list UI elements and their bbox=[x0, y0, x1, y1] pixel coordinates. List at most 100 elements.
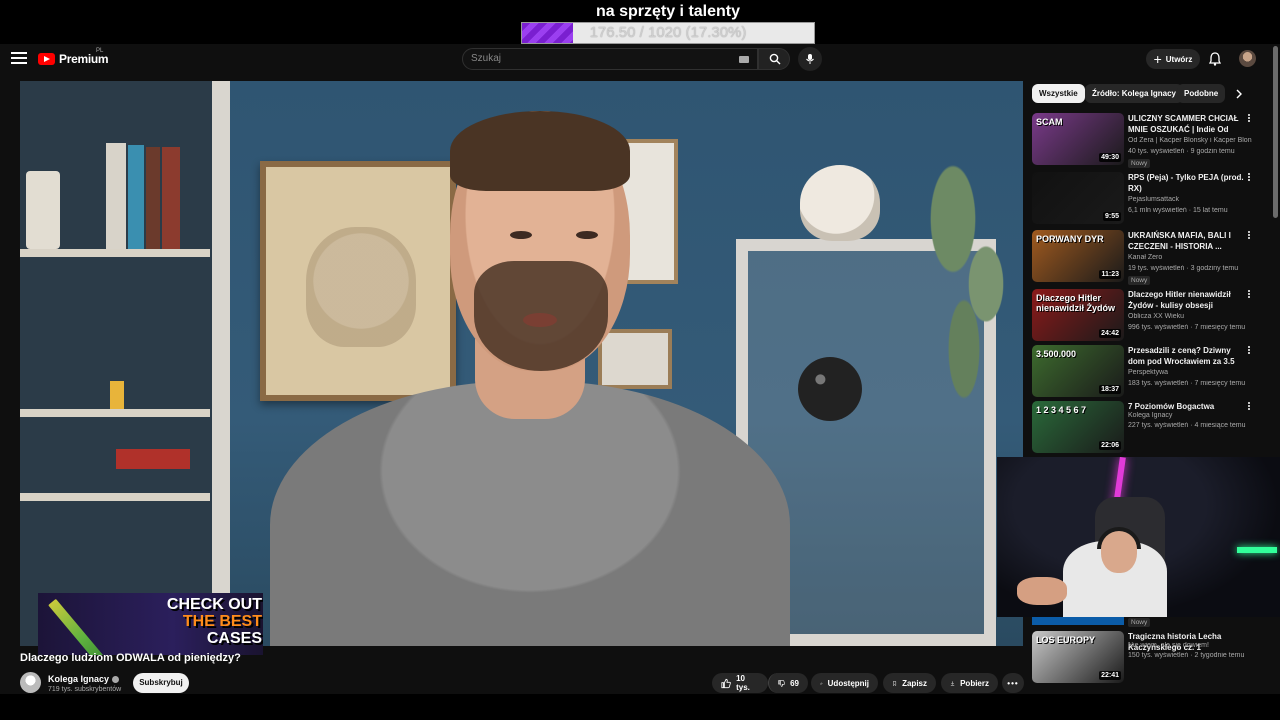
video-thumbnail[interactable]: LOS EUROPY 22:41 bbox=[1032, 631, 1124, 683]
more-horizontal-icon: ••• bbox=[1007, 678, 1019, 688]
save-button[interactable]: Zapisz bbox=[883, 673, 936, 693]
video-channel[interactable]: Nie wiem, ale się dowiem! bbox=[1128, 642, 1252, 649]
youtube-logo[interactable]: Premium bbox=[38, 52, 109, 66]
bottom-bar bbox=[0, 694, 1280, 720]
search-button[interactable] bbox=[758, 48, 790, 70]
goal-progress-bar: 176.50 / 1020 (17.30%) bbox=[521, 22, 815, 44]
more-vertical-icon[interactable] bbox=[1246, 172, 1252, 184]
vase bbox=[26, 171, 60, 249]
new-badge: Nowy bbox=[1128, 159, 1151, 168]
thumbnail-text: SCAM bbox=[1036, 117, 1063, 127]
ad-line: CHECK OUT bbox=[166, 596, 262, 613]
more-vertical-icon[interactable] bbox=[1246, 113, 1252, 125]
video-title: Dlaczego ludziom ODWALA od pieniędzy? bbox=[20, 652, 241, 664]
bookshelf bbox=[20, 81, 230, 646]
share-icon bbox=[820, 681, 823, 685]
like-button[interactable]: 10 tys. bbox=[712, 673, 768, 693]
chip-related[interactable]: Podobne bbox=[1177, 84, 1226, 103]
plus-icon: + bbox=[1153, 51, 1162, 67]
recommendation-item[interactable]: SCAM 49:30 ULICZNY SCAMMER CHCIAŁ MNIE OSZ… bbox=[1032, 113, 1262, 169]
search-input[interactable] bbox=[471, 53, 721, 64]
video-meta: 150 tys. wyświetleń · 2 tygodnie temu bbox=[1128, 652, 1245, 659]
recommendation-item[interactable]: Dlaczego Hitler nienawidził Żydów 24:42 Dl… bbox=[1032, 289, 1262, 345]
dislike-count: 69 bbox=[790, 678, 799, 688]
more-vertical-icon[interactable] bbox=[1246, 401, 1252, 413]
bookmark-icon bbox=[893, 680, 897, 686]
video-title[interactable]: Dlaczego Hitler nienawidził Żydów - kuli… bbox=[1128, 289, 1246, 311]
dislike-button[interactable]: 69 bbox=[768, 673, 808, 693]
menu-icon[interactable] bbox=[11, 52, 27, 66]
ad-line: THE BEST bbox=[182, 613, 262, 630]
more-actions-button[interactable]: ••• bbox=[1002, 673, 1024, 693]
video-duration: 49:30 bbox=[1099, 153, 1121, 162]
create-button[interactable]: + Utwórz bbox=[1146, 49, 1200, 69]
video-title[interactable]: Przesadzili z ceną? Dziwny dom pod Wrocł… bbox=[1128, 345, 1246, 367]
video-channel[interactable]: Perspektywa bbox=[1128, 369, 1252, 376]
video-thumbnail[interactable]: 3.500.000 18:37 bbox=[1032, 345, 1124, 397]
keyboard-icon[interactable] bbox=[739, 56, 749, 63]
video-title[interactable]: ULICZNY SCAMMER CHCIAŁ MNIE OSZUKAĆ | In… bbox=[1128, 113, 1246, 135]
video-thumbnail[interactable]: SCAM 49:30 bbox=[1032, 113, 1124, 165]
thumbnail-text: Dlaczego Hitler nienawidził Żydów bbox=[1036, 293, 1116, 313]
book bbox=[146, 147, 160, 249]
goal-title: na sprzęty i talenty bbox=[595, 3, 741, 20]
video-channel[interactable]: Kanał Zero bbox=[1128, 254, 1252, 261]
recommendation-item[interactable]: 1 2 3 4 5 6 7 22:06 7 Poziomów Bogactwa Kol… bbox=[1032, 401, 1262, 457]
video-meta: 6,1 mln wyświetleń · 15 lat temu bbox=[1128, 207, 1228, 214]
video-player[interactable] bbox=[20, 81, 1023, 646]
more-vertical-icon[interactable] bbox=[1246, 289, 1252, 301]
chip-source[interactable]: Źródło: Kolega Ignacy bbox=[1085, 84, 1184, 103]
neon-light bbox=[1237, 547, 1277, 553]
recommendation-item[interactable]: 3.500.000 18:37 Przesadzili z ceną? Dziwny… bbox=[1032, 345, 1262, 401]
video-title[interactable]: 7 Poziomów Bogactwa bbox=[1128, 401, 1246, 412]
more-vertical-icon[interactable] bbox=[1246, 345, 1252, 357]
voice-search-button[interactable] bbox=[798, 47, 822, 71]
logo-text: Premium bbox=[59, 52, 109, 66]
channel-name[interactable]: Kolega Ignacy bbox=[48, 674, 120, 684]
recommendation-item[interactable]: LOS EUROPY 22:41 Tragiczna historia Lecha … bbox=[1032, 631, 1262, 687]
recommendation-item[interactable]: PORWANY DYR 11:23 UKRAIŃSKA MAFIA, BALI I … bbox=[1032, 230, 1262, 286]
book bbox=[128, 145, 144, 249]
video-thumbnail[interactable]: 9:55 bbox=[1032, 172, 1124, 224]
share-button[interactable]: Udostępnij bbox=[811, 673, 878, 693]
video-channel[interactable]: Pejaslumsattack bbox=[1128, 196, 1252, 203]
video-thumbnail[interactable]: PORWANY DYR 11:23 bbox=[1032, 230, 1124, 282]
video-thumbnail[interactable]: Dlaczego Hitler nienawidził Żydów 24:42 bbox=[1032, 289, 1124, 341]
account-avatar[interactable] bbox=[1239, 50, 1256, 67]
recommendation-item[interactable]: 9:55 RPS (Peja) - Tylko PEJA (prod. RX) Pe… bbox=[1032, 172, 1262, 228]
save-label: Zapisz bbox=[902, 678, 927, 688]
presenter-eye bbox=[510, 231, 532, 239]
video-duration: 24:42 bbox=[1099, 329, 1121, 338]
hanging-plant bbox=[920, 141, 1023, 401]
video-channel[interactable]: Od Zera | Kacper Blonsky i Kacper Blons.… bbox=[1128, 137, 1252, 144]
video-title[interactable]: UKRAIŃSKA MAFIA, BALI I CZECZENI - HISTO… bbox=[1128, 230, 1246, 252]
book bbox=[162, 147, 180, 249]
video-duration: 11:23 bbox=[1099, 270, 1121, 279]
more-vertical-icon[interactable] bbox=[1246, 230, 1252, 242]
video-duration: 22:41 bbox=[1099, 671, 1121, 680]
stream-goal-overlay: na sprzęty i talenty 176.50 / 1020 (17.3… bbox=[0, 0, 1280, 44]
streamer-hand bbox=[1017, 577, 1067, 605]
presenter-mouth bbox=[523, 313, 557, 327]
channel-avatar[interactable] bbox=[20, 672, 41, 693]
video-channel[interactable]: Oblicza XX Wieku bbox=[1128, 313, 1252, 320]
video-meta: 40 tys. wyświetleń · 9 godzin temu bbox=[1128, 148, 1235, 155]
chevron-right-icon[interactable] bbox=[1233, 88, 1245, 100]
video-thumbnail[interactable]: 1 2 3 4 5 6 7 22:06 bbox=[1032, 401, 1124, 453]
cases-ad-banner[interactable]: CHECK OUT THE BEST CASES bbox=[38, 593, 263, 655]
download-button[interactable]: Pobierz bbox=[941, 673, 998, 693]
video-title[interactable]: RPS (Peja) - Tylko PEJA (prod. RX) bbox=[1128, 172, 1246, 194]
thumbnail-text: 1 2 3 4 5 6 7 bbox=[1036, 405, 1087, 415]
create-label: Utwórz bbox=[1165, 54, 1193, 64]
chip-all[interactable]: Wszystkie bbox=[1032, 84, 1085, 103]
video-meta: 227 tys. wyświetleń · 4 miesiące temu bbox=[1128, 422, 1246, 429]
subscribe-button[interactable]: Subskrybuj bbox=[133, 673, 189, 693]
video-duration: 18:37 bbox=[1099, 385, 1121, 394]
video-meta: 183 tys. wyświetleń · 7 miesięcy temu bbox=[1128, 380, 1246, 387]
video-duration: 22:06 bbox=[1099, 441, 1121, 450]
page-scrollbar[interactable] bbox=[1273, 46, 1278, 218]
notifications-bell-icon[interactable] bbox=[1207, 51, 1223, 67]
skull-ornament bbox=[800, 165, 880, 241]
video-channel[interactable]: Kolega Ignacy bbox=[1128, 412, 1252, 419]
thumbs-down-icon bbox=[778, 679, 785, 687]
